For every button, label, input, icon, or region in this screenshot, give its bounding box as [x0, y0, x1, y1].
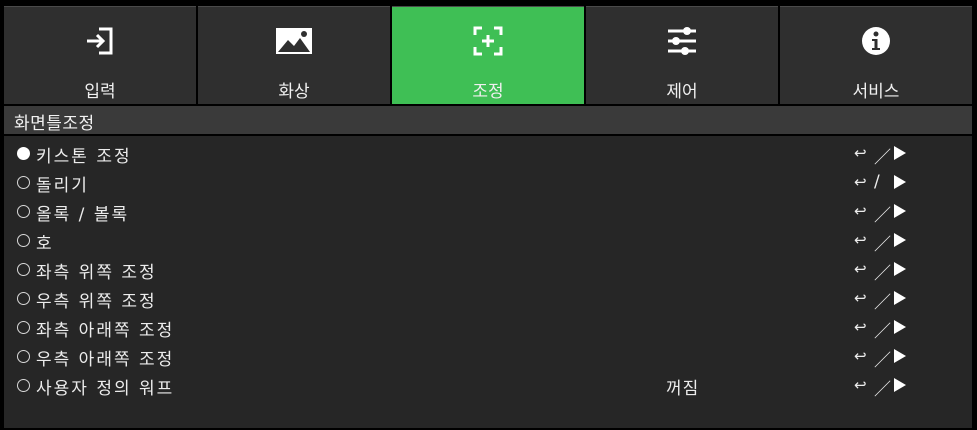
play-arrow-icon — [894, 175, 906, 189]
menu-item-rotate[interactable]: 돌리기 ↩ / — [4, 168, 972, 197]
menu-item-bottom-right[interactable]: 우측 아래쪽 조정 ↩ ／ — [4, 342, 972, 371]
return-icon: ↩ — [854, 347, 867, 365]
tab-input[interactable]: 입력 — [4, 6, 196, 104]
radio-icon — [17, 234, 30, 247]
return-icon: ↩ — [854, 260, 867, 278]
menu-item-arc[interactable]: 호 ↩ ／ — [4, 226, 972, 255]
osd-menu: 입력 화상 조정 제어 서비스 화면틀조정 키스톤 조정 ↩ ／ 돌리기 ↩ /… — [0, 0, 977, 430]
tab-adjust-label: 조정 — [472, 82, 504, 102]
menu-item-bottom-left[interactable]: 좌측 아래쪽 조정 ↩ ／ — [4, 313, 972, 342]
radio-icon — [17, 350, 30, 363]
section-header: 화면틀조정 — [4, 106, 972, 134]
enter-action[interactable]: ↩ ／ — [854, 230, 924, 255]
tab-service-label: 서비스 — [852, 82, 900, 102]
menu-item-value: 꺼짐 — [666, 379, 700, 399]
menu-item-label: 우측 아래쪽 조정 — [36, 350, 175, 370]
play-arrow-icon — [894, 291, 906, 305]
action-separator: ／ — [874, 235, 891, 255]
menu-item-top-left[interactable]: 좌측 위쪽 조정 ↩ ／ — [4, 255, 972, 284]
menu-item-top-right[interactable]: 우측 위쪽 조정 ↩ ／ — [4, 284, 972, 313]
menu-tabs: 입력 화상 조정 제어 서비스 — [4, 6, 972, 104]
enter-action[interactable]: ↩ ／ — [854, 346, 924, 371]
return-icon: ↩ — [854, 173, 867, 191]
sliders-icon — [662, 21, 702, 61]
menu-item-pincushion[interactable]: 올록 / 볼록 ↩ ／ — [4, 197, 972, 226]
play-arrow-icon — [894, 262, 906, 276]
action-separator: ／ — [874, 380, 891, 400]
enter-action[interactable]: ↩ / — [854, 172, 924, 194]
action-separator: ／ — [874, 148, 891, 168]
action-separator: ／ — [874, 206, 891, 226]
tab-control-label: 제어 — [666, 82, 698, 102]
action-separator: ／ — [874, 351, 891, 371]
play-arrow-icon — [894, 146, 906, 160]
radio-icon — [17, 379, 30, 392]
menu-item-label: 좌측 아래쪽 조정 — [36, 321, 175, 341]
play-arrow-icon — [894, 204, 906, 218]
tab-control[interactable]: 제어 — [586, 6, 778, 104]
radio-icon — [17, 263, 30, 276]
return-icon: ↩ — [854, 318, 867, 336]
enter-action[interactable]: ↩ ／ — [854, 143, 924, 168]
action-separator: ／ — [874, 293, 891, 313]
tab-input-label: 입력 — [84, 82, 116, 102]
menu-item-keystone[interactable]: 키스톤 조정 ↩ ／ — [4, 139, 972, 168]
input-icon — [80, 21, 120, 61]
action-separator: ／ — [874, 264, 891, 284]
menu-item-custom-warp[interactable]: 사용자 정의 워프 꺼짐 ↩ ／ — [4, 371, 972, 400]
action-separator: ／ — [874, 322, 891, 342]
play-arrow-icon — [894, 349, 906, 363]
tab-image-label: 화상 — [278, 82, 310, 102]
adjust-icon — [468, 21, 508, 61]
return-icon: ↩ — [854, 376, 867, 394]
radio-icon — [17, 205, 30, 218]
menu-item-label: 우측 위쪽 조정 — [36, 292, 157, 312]
action-separator: / — [874, 172, 880, 192]
return-icon: ↩ — [854, 231, 867, 249]
image-icon — [274, 21, 314, 61]
return-icon: ↩ — [854, 202, 867, 220]
play-arrow-icon — [894, 233, 906, 247]
radio-icon — [17, 176, 30, 189]
enter-action[interactable]: ↩ ／ — [854, 317, 924, 342]
return-icon: ↩ — [854, 289, 867, 307]
return-icon: ↩ — [854, 144, 867, 162]
play-arrow-icon — [894, 320, 906, 334]
menu-item-label: 올록 / 볼록 — [36, 205, 130, 225]
radio-icon — [17, 292, 30, 305]
play-arrow-icon — [894, 378, 906, 392]
enter-action[interactable]: ↩ ／ — [854, 201, 924, 226]
menu-item-label: 키스톤 조정 — [36, 147, 132, 167]
enter-action[interactable]: ↩ ／ — [854, 375, 924, 400]
section-title: 화면틀조정 — [14, 114, 95, 134]
info-icon — [856, 21, 896, 61]
menu-item-label: 사용자 정의 워프 — [36, 379, 175, 399]
menu-item-label: 돌리기 — [36, 176, 89, 196]
radio-icon — [17, 321, 30, 334]
tab-service[interactable]: 서비스 — [780, 6, 972, 104]
radio-selected-icon — [17, 147, 30, 160]
menu-item-label: 호 — [36, 234, 54, 254]
enter-action[interactable]: ↩ ／ — [854, 288, 924, 313]
menu-item-label: 좌측 위쪽 조정 — [36, 263, 157, 283]
menu-list: 키스톤 조정 ↩ ／ 돌리기 ↩ / 올록 / 볼록 ↩ ／ 호 ↩ ／ 좌측 위쪽 조… — [4, 136, 972, 428]
tab-adjust[interactable]: 조정 — [392, 6, 584, 104]
tab-image[interactable]: 화상 — [198, 6, 390, 104]
enter-action[interactable]: ↩ ／ — [854, 259, 924, 284]
